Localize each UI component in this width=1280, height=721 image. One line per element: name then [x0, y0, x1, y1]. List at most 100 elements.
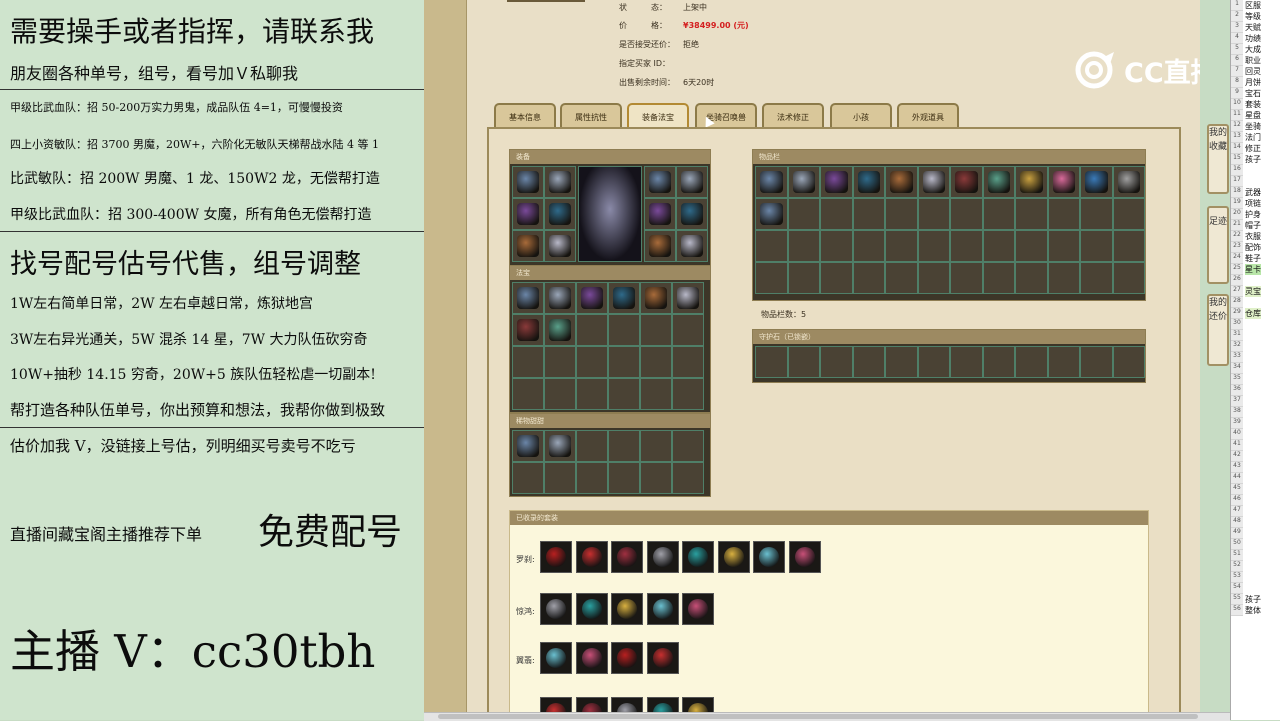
fabao-slot[interactable]: [576, 378, 608, 410]
equipment-slot[interactable]: [676, 230, 708, 262]
inventory-slot[interactable]: [852, 230, 885, 262]
fabao-slot[interactable]: [640, 378, 672, 410]
spreadsheet-cell[interactable]: 孩子: [1245, 594, 1261, 605]
spreadsheet-cell[interactable]: 坐骑: [1245, 121, 1261, 132]
collected-set-item[interactable]: [540, 697, 572, 712]
fabao-slot[interactable]: [576, 282, 608, 314]
collected-set-item[interactable]: [540, 593, 572, 625]
inventory-slot[interactable]: [1112, 166, 1145, 198]
fabao-slot[interactable]: [672, 346, 704, 378]
fabao-slot[interactable]: [512, 378, 544, 410]
inventory-slot[interactable]: [950, 230, 983, 262]
spreadsheet-cell[interactable]: 法门: [1245, 132, 1261, 143]
collected-set-item[interactable]: [753, 541, 785, 573]
fabao-slot[interactable]: [544, 346, 576, 378]
guard-stone-slot[interactable]: [982, 346, 1015, 378]
collected-set-item[interactable]: [682, 593, 714, 625]
tab-appearance[interactable]: 外观道具: [897, 103, 959, 129]
collected-set-item[interactable]: [611, 541, 643, 573]
rare-item-slot[interactable]: [640, 430, 672, 462]
inventory-slot[interactable]: [1015, 166, 1048, 198]
fabao-slot[interactable]: [640, 282, 672, 314]
fabao-slot[interactable]: [640, 346, 672, 378]
collected-set-item[interactable]: [646, 593, 679, 625]
collected-set-item[interactable]: [611, 697, 643, 712]
rare-item-slot[interactable]: [512, 430, 544, 462]
inventory-slot[interactable]: [1047, 262, 1080, 294]
equipment-slot[interactable]: [512, 230, 544, 262]
equipment-slot[interactable]: [512, 166, 544, 198]
guard-stone-slot[interactable]: [917, 346, 950, 378]
spreadsheet-cell[interactable]: 职业: [1245, 55, 1261, 66]
fabao-slot[interactable]: [512, 346, 544, 378]
inventory-slot[interactable]: [1047, 230, 1080, 262]
inventory-slot[interactable]: [755, 262, 788, 294]
spreadsheet-cell[interactable]: 区服: [1245, 0, 1261, 11]
rare-item-slot[interactable]: [576, 430, 608, 462]
inventory-slot[interactable]: [787, 166, 820, 198]
inventory-slot[interactable]: [1112, 262, 1145, 294]
inventory-slot[interactable]: [820, 262, 853, 294]
inventory-slot[interactable]: [982, 198, 1015, 230]
inventory-slot[interactable]: [1080, 230, 1113, 262]
collected-set-item[interactable]: [646, 541, 679, 573]
inventory-slot[interactable]: [885, 262, 918, 294]
equipment-slot[interactable]: [544, 166, 576, 198]
fabao-slot[interactable]: [640, 314, 672, 346]
rare-item-slot[interactable]: [544, 462, 576, 494]
inventory-slot[interactable]: [1015, 198, 1048, 230]
equipment-slot[interactable]: [512, 198, 544, 230]
rare-item-slot[interactable]: [608, 430, 640, 462]
inventory-slot[interactable]: [787, 262, 820, 294]
guard-stone-slot[interactable]: [1112, 346, 1145, 378]
spreadsheet-cell[interactable]: 大成: [1245, 44, 1261, 55]
spreadsheet-cell[interactable]: 功绩: [1245, 33, 1261, 44]
collected-set-item[interactable]: [717, 541, 750, 573]
guard-stone-slot[interactable]: [1047, 346, 1080, 378]
fabao-slot[interactable]: [672, 314, 704, 346]
rare-item-slot[interactable]: [576, 462, 608, 494]
spreadsheet-cell[interactable]: 修正: [1245, 143, 1261, 154]
spreadsheet-cell[interactable]: 星盘: [1245, 110, 1261, 121]
rare-item-slot[interactable]: [544, 430, 576, 462]
fabao-slot[interactable]: [608, 346, 640, 378]
fabao-slot[interactable]: [544, 378, 576, 410]
inventory-slot[interactable]: [885, 166, 918, 198]
inventory-slot[interactable]: [755, 230, 788, 262]
inventory-slot[interactable]: [885, 198, 918, 230]
spreadsheet-cell[interactable]: 天赋: [1245, 22, 1261, 33]
collected-set-item[interactable]: [575, 593, 608, 625]
equipment-slot[interactable]: [644, 230, 676, 262]
fabao-slot[interactable]: [544, 282, 576, 314]
collected-set-item[interactable]: [575, 697, 608, 712]
inventory-slot[interactable]: [917, 198, 950, 230]
fabao-slot[interactable]: [512, 282, 544, 314]
equipment-slot[interactable]: [676, 198, 708, 230]
spreadsheet-cell[interactable]: 套装: [1245, 99, 1261, 110]
spreadsheet-cell[interactable]: 武器: [1245, 187, 1261, 198]
fabao-slot[interactable]: [576, 314, 608, 346]
guard-stone-slot[interactable]: [820, 346, 853, 378]
rare-item-slot[interactable]: [672, 462, 704, 494]
tab-child[interactable]: 小孩: [830, 103, 892, 129]
inventory-slot[interactable]: [820, 198, 853, 230]
fabao-slot[interactable]: [608, 282, 640, 314]
spreadsheet-cell[interactable]: 月饼: [1245, 77, 1261, 88]
collected-set-item[interactable]: [575, 642, 608, 674]
collected-set-item[interactable]: [540, 642, 572, 674]
inventory-slot[interactable]: [982, 230, 1015, 262]
inventory-slot[interactable]: [885, 230, 918, 262]
spreadsheet-cell[interactable]: 等级: [1245, 11, 1261, 22]
inventory-slot[interactable]: [755, 198, 788, 230]
spreadsheet-cell[interactable]: 灵宝: [1245, 286, 1261, 297]
inventory-slot[interactable]: [982, 166, 1015, 198]
collected-set-item[interactable]: [682, 697, 714, 712]
fabao-slot[interactable]: [608, 378, 640, 410]
rare-item-slot[interactable]: [672, 430, 704, 462]
inventory-slot[interactable]: [917, 166, 950, 198]
rare-item-slot[interactable]: [640, 462, 672, 494]
rare-item-slot[interactable]: [512, 462, 544, 494]
spreadsheet-cell[interactable]: 项链: [1245, 198, 1261, 209]
rare-item-slot[interactable]: [608, 462, 640, 494]
equipment-slot[interactable]: [644, 166, 676, 198]
